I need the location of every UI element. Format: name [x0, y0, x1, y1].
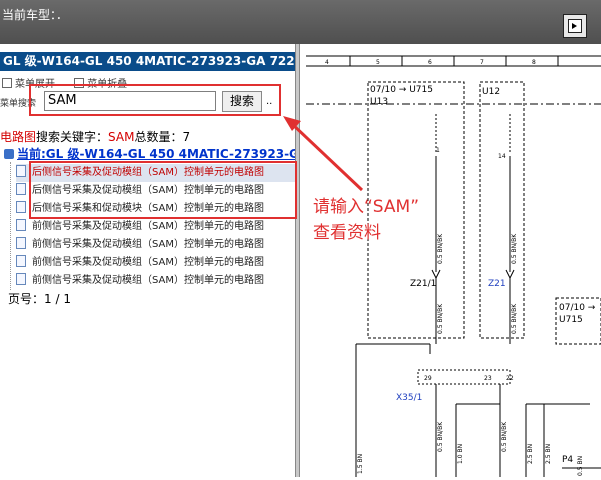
search-summary: 电路图搜索关键字：SAM总数量：7	[0, 128, 190, 145]
circuit-diagram-svg: 4 5 6 7 8 07/10 → U715 U13 U12 1 14 Z21/…	[306, 55, 601, 477]
pin-label: 1	[436, 147, 440, 154]
component-label: 07/10 → U715	[370, 85, 433, 95]
connector-label: X35/1	[396, 393, 422, 403]
component-label: U12	[482, 87, 500, 97]
search-highlight-box	[29, 84, 281, 116]
pin-label: 14	[498, 153, 506, 160]
list-item-label[interactable]: 前侧信号采集及促动模组（SAM）控制单元的电路图	[32, 239, 264, 250]
list-item-label[interactable]: 前侧信号采集及促动模组（SAM）控制单元的电路图	[32, 221, 264, 232]
list-item[interactable]: 前侧信号采集及促动模组（SAM）控制单元的电路图	[16, 218, 295, 236]
wire-label: 0.5 BN/BK	[437, 303, 444, 334]
pin-label: 29	[424, 375, 432, 382]
wire-label: 0.5 BN/BK	[501, 421, 508, 452]
model-title: GL 级-W164-GL 450 4MATIC-273923-GA 722904	[0, 52, 295, 71]
annotation-line-2: 查看资料	[313, 223, 381, 243]
connector-label: Z21/1	[410, 279, 436, 289]
list-item[interactable]: 前侧信号采集及促动模组（SAM）控制单元的电路图	[16, 236, 295, 254]
page-label: 页号：	[8, 292, 45, 306]
component-label: P4	[562, 455, 573, 465]
circuit-diagram[interactable]: 4 5 6 7 8 07/10 → U715 U13 U12 1 14 Z21/…	[300, 44, 601, 477]
document-icon	[16, 255, 26, 267]
count-label: 总数量：	[134, 130, 183, 144]
component-label: 07/10 →	[559, 303, 596, 313]
document-icon	[16, 219, 26, 231]
wire-label: 2.5 BN	[527, 444, 534, 464]
tree-root-label[interactable]: 当前:GL 级-W164-GL 450 4MATIC-273923-GA	[17, 147, 295, 161]
vehicle-folder-icon	[4, 149, 14, 159]
pin-label: 22	[506, 375, 514, 382]
column-number: 8	[532, 59, 536, 66]
list-item-label[interactable]: 前侧信号采集及促动模组（SAM）控制单元的电路图	[32, 257, 264, 268]
component-label: U13	[370, 97, 388, 107]
play-arrow-icon	[568, 19, 582, 33]
list-item-label[interactable]: 前侧信号采集及促动模组（SAM）控制单元的电路图	[32, 275, 264, 286]
tree-root[interactable]: 当前:GL 级-W164-GL 450 4MATIC-273923-GA	[4, 145, 295, 162]
keyword-label: 搜索关键字：	[36, 130, 109, 144]
wire-label: 0.5 BN/BK	[511, 233, 518, 264]
wire-label: 0.5 BN/BK	[437, 233, 444, 264]
component-label: U715	[559, 315, 583, 325]
pagination: 页号：1 / 1	[8, 290, 71, 307]
wire-label: 0.5 BN/BK	[437, 421, 444, 452]
column-number: 5	[376, 59, 380, 66]
count-value: 7	[182, 130, 191, 144]
expand-radio[interactable]	[2, 78, 12, 88]
document-icon	[16, 273, 26, 285]
pin-label: 23	[484, 375, 492, 382]
annotation-text: 请输入“SAM” 查看资料	[313, 194, 419, 246]
document-icon	[16, 237, 26, 249]
wire-label: 1.0 BN	[457, 444, 464, 464]
results-highlight-box	[29, 161, 297, 219]
toggle-panel-button[interactable]	[563, 14, 587, 38]
wire-label: 0.5 BN	[577, 456, 584, 476]
document-icon	[16, 183, 26, 195]
keyword-value: SAM	[108, 130, 135, 144]
page-value: 1 / 1	[44, 292, 71, 306]
column-number: 7	[480, 59, 484, 66]
top-bar: 当前车型：．	[0, 0, 601, 44]
current-vehicle-label: 当前车型：．	[2, 8, 69, 22]
annotation-line-1: 请输入“SAM”	[313, 197, 420, 217]
connector-label: Z21	[488, 279, 506, 289]
list-item[interactable]: 前侧信号采集及促动模组（SAM）控制单元的电路图	[16, 272, 295, 290]
column-number: 6	[428, 59, 432, 66]
tree-connector	[10, 162, 12, 290]
wire-label: 2.5 BN	[545, 444, 552, 464]
wire-label: 1.5 BN	[357, 454, 364, 474]
wire-label: 0.5 BN/BK	[511, 303, 518, 334]
column-number: 4	[325, 59, 329, 66]
list-item[interactable]: 前侧信号采集及促动模组（SAM）控制单元的电路图	[16, 254, 295, 272]
category-label: 电路图	[0, 130, 37, 144]
document-icon	[16, 165, 26, 177]
document-icon	[16, 201, 26, 213]
